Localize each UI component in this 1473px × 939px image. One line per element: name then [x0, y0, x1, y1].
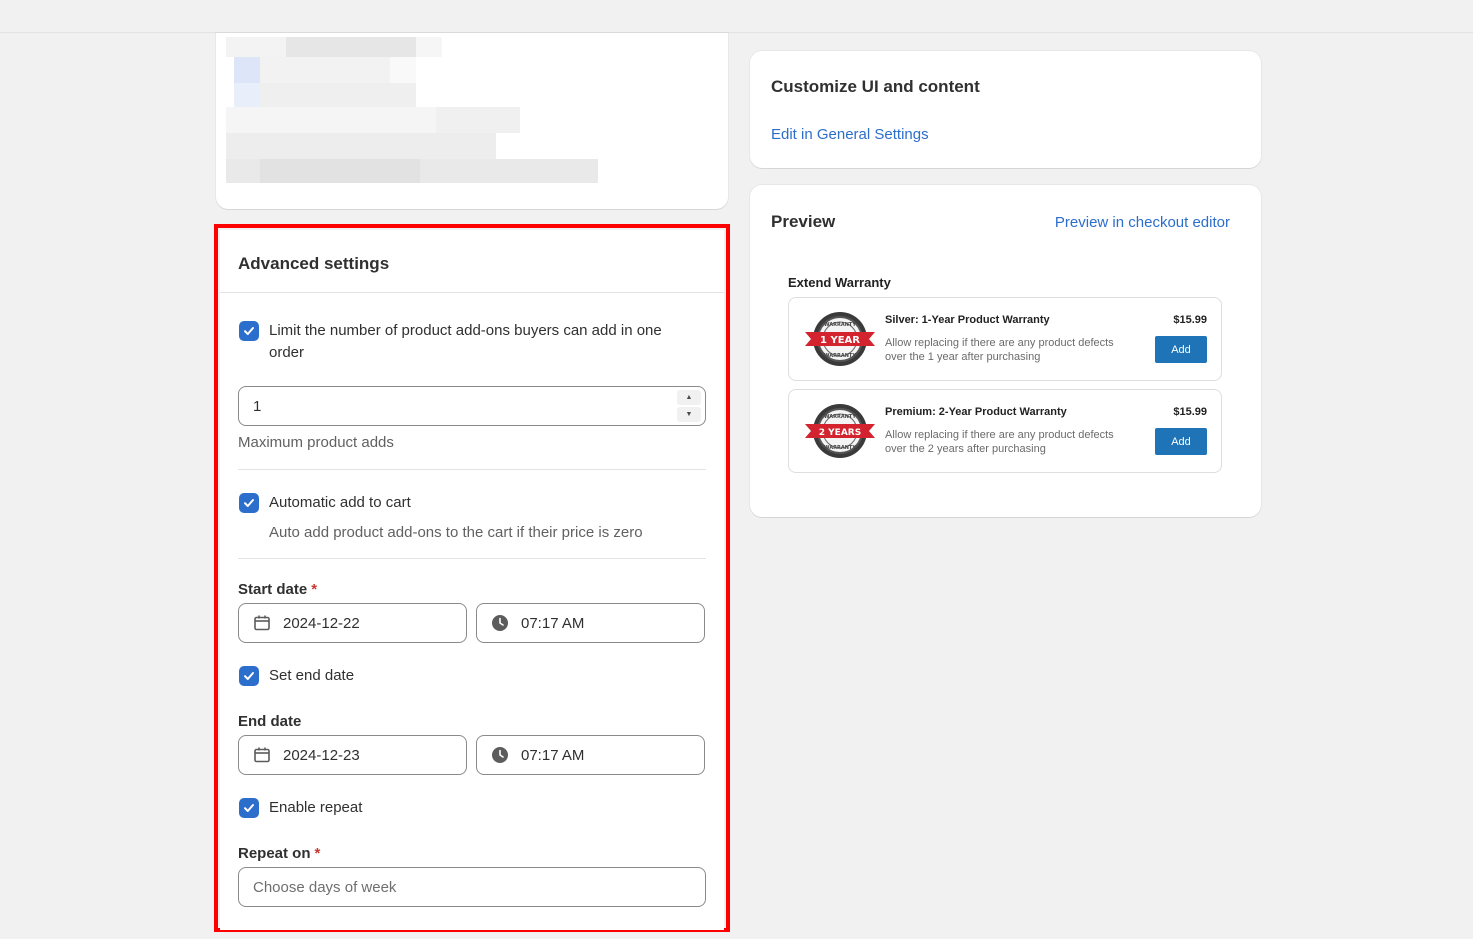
set-end-date-checkbox[interactable]: [239, 666, 259, 686]
start-date-label: Start date *: [238, 581, 317, 598]
extend-warranty-heading: Extend Warranty: [788, 275, 891, 290]
start-date-input[interactable]: 2024-12-22: [238, 603, 467, 643]
warranty-offer: 1 YEAR WARRANTY WARRANTY Silver: 1-Year …: [788, 297, 1222, 381]
badge-text: 2 YEARS: [819, 428, 861, 438]
start-date-label-text: Start date: [238, 581, 308, 598]
calendar-icon: [254, 615, 270, 631]
repeat-on-label: Repeat on *: [238, 845, 320, 862]
add-offer-button[interactable]: Add: [1155, 336, 1207, 363]
offer-description: Allow replacing if there are any product…: [885, 337, 1114, 363]
clock-icon: [492, 615, 508, 631]
auto-add-help: Auto add product add-ons to the cart if …: [269, 524, 643, 541]
check-icon: [244, 804, 254, 812]
edit-general-settings-link[interactable]: Edit in General Settings: [771, 126, 929, 143]
blurred-content-card: [216, 33, 728, 209]
advanced-settings-card: Advanced settings Limit the number of pr…: [220, 230, 724, 930]
repeat-days-placeholder: Choose days of week: [253, 879, 397, 896]
repeat-on-label-text: Repeat on: [238, 845, 311, 862]
add-offer-button[interactable]: Add: [1155, 428, 1207, 455]
check-icon: [244, 672, 254, 680]
auto-add-checkbox[interactable]: [239, 493, 259, 513]
preview-checkout-editor-link[interactable]: Preview in checkout editor: [1055, 214, 1230, 231]
badge-text: 1 YEAR: [820, 335, 860, 346]
top-bar: [0, 0, 1473, 33]
warranty-badge-icon: 1 YEAR WARRANTY WARRANTY: [805, 312, 875, 366]
check-icon: [244, 499, 254, 507]
offer-price: $15.99: [1173, 406, 1207, 418]
required-mark: *: [314, 845, 321, 862]
end-date-value: 2024-12-23: [283, 747, 360, 764]
badge-ring-text: WARRANTY: [824, 414, 856, 420]
end-time-input[interactable]: 07:17 AM: [476, 735, 705, 775]
start-time-input[interactable]: 07:17 AM: [476, 603, 705, 643]
warranty-offer: 2 YEARS WARRANTY WARRANTY Premium: 2-Yea…: [788, 389, 1222, 473]
enable-repeat-checkbox[interactable]: [239, 798, 259, 818]
offer-name: Premium: 2-Year Product Warranty: [885, 406, 1067, 418]
limit-addons-label: Limit the number of product add-ons buye…: [269, 322, 662, 361]
preview-card: Preview Preview in checkout editor Exten…: [750, 185, 1261, 517]
divider: [238, 558, 706, 559]
divider: [238, 469, 706, 470]
badge-ring-text: WARRANTY: [824, 353, 856, 359]
badge-ring-text: WARRANTY: [824, 445, 856, 451]
offer-name: Silver: 1-Year Product Warranty: [885, 314, 1050, 326]
offer-price: $15.99: [1173, 314, 1207, 326]
warranty-badge-icon: 2 YEARS WARRANTY WARRANTY: [805, 404, 875, 458]
preview-title: Preview: [771, 212, 836, 231]
auto-add-label: Automatic add to cart: [269, 494, 411, 511]
quantity-stepper[interactable]: ▲ ▼: [677, 390, 701, 422]
customize-ui-title: Customize UI and content: [771, 77, 980, 96]
max-product-adds-value: 1: [253, 398, 262, 415]
max-product-adds-input[interactable]: 1 ▲ ▼: [238, 386, 706, 426]
max-product-adds-help: Maximum product adds: [238, 434, 394, 451]
divider: [220, 292, 724, 293]
repeat-days-input[interactable]: Choose days of week: [238, 867, 706, 907]
advanced-settings-title: Advanced settings: [238, 254, 390, 273]
limit-addons-checkbox[interactable]: [239, 321, 259, 341]
customize-ui-card: Customize UI and content Edit in General…: [750, 51, 1261, 168]
required-mark: *: [311, 581, 318, 598]
check-icon: [244, 327, 254, 335]
offer-description: Allow replacing if there are any product…: [885, 429, 1114, 455]
set-end-date-label: Set end date: [269, 667, 355, 684]
badge-ring-text: WARRANTY: [824, 322, 856, 328]
end-date-input[interactable]: 2024-12-23: [238, 735, 467, 775]
stepper-down-icon[interactable]: ▼: [677, 407, 701, 422]
end-time-value: 07:17 AM: [521, 747, 585, 764]
stepper-up-icon[interactable]: ▲: [677, 390, 701, 405]
clock-icon: [492, 747, 508, 763]
enable-repeat-label: Enable repeat: [269, 799, 363, 816]
end-date-label: End date: [238, 713, 302, 730]
calendar-icon: [254, 747, 270, 763]
start-time-value: 07:17 AM: [521, 615, 585, 632]
page-content: Advanced settings Limit the number of pr…: [0, 33, 1473, 939]
start-date-value: 2024-12-22: [283, 615, 360, 632]
